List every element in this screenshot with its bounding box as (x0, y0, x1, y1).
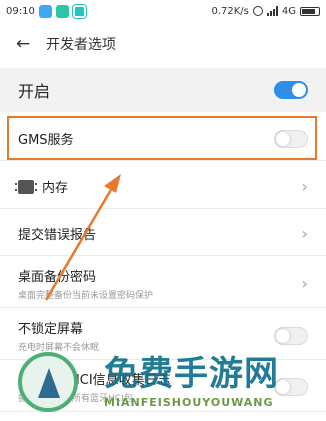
gms-service-label: GMS服务 (18, 133, 74, 148)
chevron-right-icon: › (301, 274, 308, 293)
page-title: 开发者选项 (46, 37, 116, 53)
signal-icon (266, 6, 278, 16)
status-right: 0.72K/s 4G (211, 6, 320, 17)
watermark: 免费手游网 MIANFEISHOUYOUWANG (8, 346, 326, 421)
stay-awake-toggle[interactable] (274, 326, 308, 345)
memory-label: 内存 (42, 181, 69, 196)
stay-awake-label: 不锁定屏幕 (18, 322, 84, 337)
alarm-icon (252, 6, 263, 16)
status-bar: 09:10 0.72K/s 4G (0, 0, 326, 22)
backup-password-text: 桌面备份密码 桌面完整备份当前未设置密码保护 (18, 266, 153, 301)
master-label: 开启 (18, 82, 51, 101)
backup-password-subtitle: 桌面完整备份当前未设置密码保护 (18, 291, 154, 301)
gms-service-text: GMS服务 (18, 129, 74, 148)
app-header: ← 开发者选项 (0, 24, 326, 64)
cloud-app-icon (38, 4, 52, 18)
grid-app-icon (55, 4, 69, 18)
backup-password-label: 桌面备份密码 (18, 270, 97, 285)
watermark-logo-icon (18, 352, 78, 412)
battery-icon (300, 6, 320, 16)
gms-service-toggle[interactable] (274, 129, 308, 148)
developer-options-master-row[interactable]: 开启 (0, 68, 326, 112)
gms-service-row[interactable]: GMS服务 (0, 117, 326, 161)
memory-row[interactable]: 内存 › (0, 165, 326, 209)
bug-report-row[interactable]: 提交错误报告 › (0, 212, 326, 256)
status-left: 09:10 (6, 4, 86, 18)
master-toggle[interactable] (274, 81, 308, 99)
network-type: 4G (281, 5, 296, 17)
watermark-url: MIANFEISHOUYOUWANG (104, 396, 274, 409)
memory-chip-icon (15, 179, 37, 194)
backup-password-row[interactable]: 桌面备份密码 桌面完整备份当前未设置密码保护 › (0, 260, 326, 308)
chevron-right-icon: › (301, 224, 308, 243)
back-arrow-icon[interactable]: ← (16, 34, 38, 54)
watermark-text: 免费手游网 (104, 354, 279, 394)
net-speed: 0.72K/s (211, 5, 249, 17)
status-time: 09:10 (6, 5, 35, 17)
chevron-right-icon: › (301, 177, 308, 196)
bug-report-label: 提交错误报告 (18, 228, 97, 243)
scan-app-icon (72, 4, 86, 18)
